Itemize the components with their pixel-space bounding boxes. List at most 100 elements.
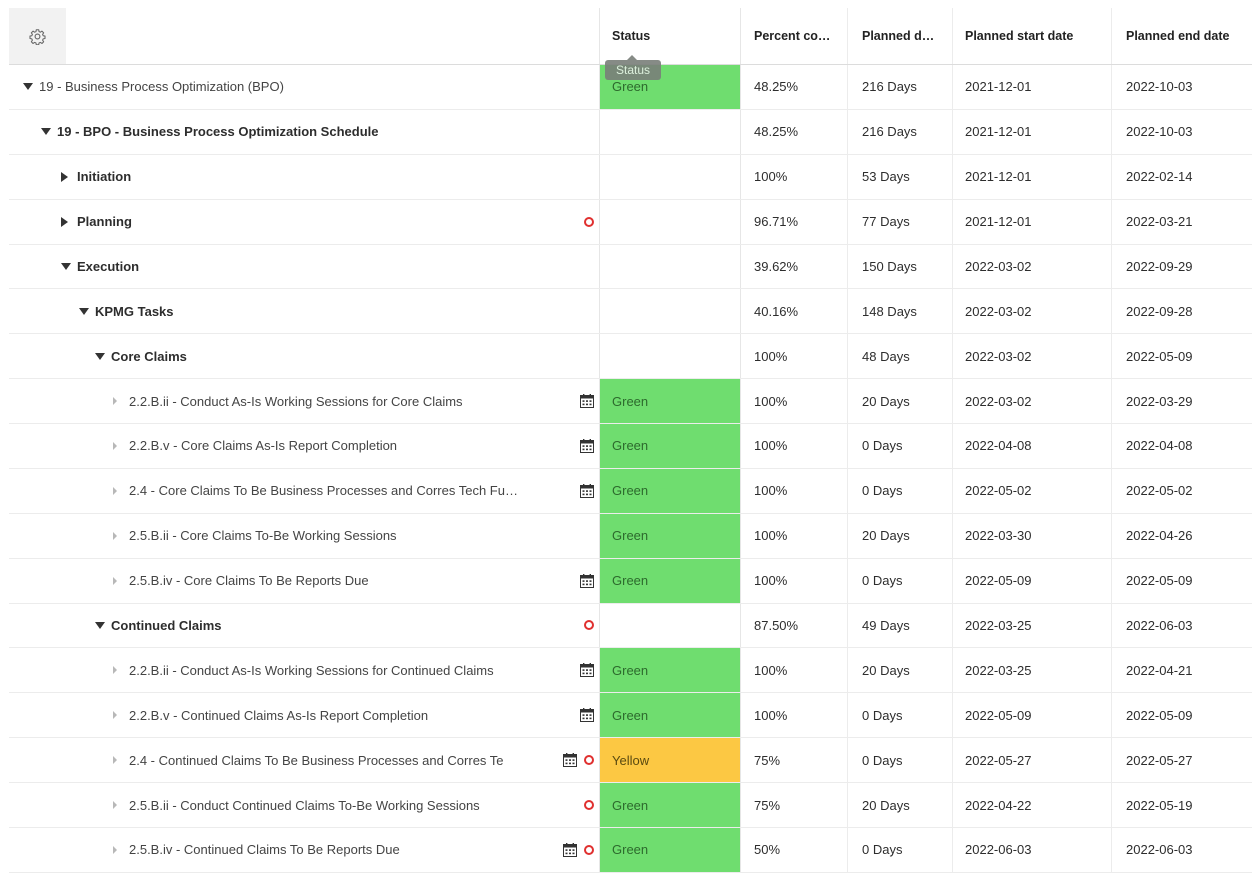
planned-end-date-column-header[interactable]: Planned end date bbox=[1112, 8, 1242, 64]
planned-end-date-cell[interactable]: 2022-04-21 bbox=[1112, 648, 1242, 692]
task-name-cell[interactable]: KPMG Tasks bbox=[9, 289, 599, 333]
percent-complete-cell[interactable]: 100% bbox=[741, 154, 848, 199]
planned-duration-cell[interactable]: 20 Days bbox=[848, 648, 953, 693]
collapse-caret-icon[interactable] bbox=[95, 621, 105, 629]
percent-complete-cell[interactable]: 96.71% bbox=[741, 199, 848, 244]
calendar-icon[interactable] bbox=[563, 842, 577, 857]
percent-complete-cell[interactable]: 100% bbox=[741, 468, 848, 513]
planned-end-date-cell[interactable]: 2022-06-03 bbox=[1112, 604, 1242, 648]
planned-start-date-cell[interactable]: 2021-12-01 bbox=[953, 65, 1112, 109]
collapse-caret-icon[interactable] bbox=[61, 262, 71, 270]
percent-complete-cell[interactable]: 40.16% bbox=[741, 289, 848, 334]
planned-end-date-cell[interactable]: 2022-05-09 bbox=[1112, 559, 1242, 603]
planned-end-date-cell[interactable]: 2022-09-28 bbox=[1112, 289, 1242, 333]
planned-end-date-cell[interactable]: 2022-04-26 bbox=[1112, 514, 1242, 558]
collapse-caret-icon[interactable] bbox=[95, 352, 105, 360]
table-row[interactable]: Initiation 100% 53 Days 2021-12-01 2022-02-1… bbox=[9, 154, 1252, 200]
planned-end-date-cell[interactable]: 2022-05-09 bbox=[1112, 693, 1242, 737]
calendar-icon[interactable] bbox=[580, 663, 594, 678]
status-cell[interactable]: Green bbox=[599, 827, 741, 872]
planned-end-date-cell[interactable]: 2022-05-02 bbox=[1112, 469, 1242, 513]
collapse-caret-icon[interactable] bbox=[41, 128, 51, 136]
planned-start-date-cell[interactable]: 2022-05-27 bbox=[953, 738, 1112, 783]
table-row[interactable]: Core Claims 100% 48 Days 2022-03-02 2022-05-… bbox=[9, 334, 1252, 380]
percent-complete-cell[interactable]: 100% bbox=[741, 334, 848, 379]
task-name-cell[interactable]: Continued Claims bbox=[9, 604, 599, 648]
status-cell[interactable] bbox=[599, 199, 741, 244]
task-name-cell[interactable]: Execution bbox=[9, 245, 599, 289]
status-cell[interactable]: Green bbox=[599, 468, 741, 513]
status-cell[interactable]: Green bbox=[599, 648, 741, 693]
planned-start-date-cell[interactable]: 2022-04-22 bbox=[953, 783, 1112, 827]
table-row[interactable]: 2.2.B.ii - Conduct As-Is Working Session… bbox=[9, 379, 1252, 425]
planned-duration-cell[interactable]: 216 Days bbox=[848, 109, 953, 154]
table-row[interactable]: 2.2.B.v - Continued Claims As-Is Report … bbox=[9, 693, 1252, 739]
planned-start-date-cell[interactable]: 2022-03-25 bbox=[953, 603, 1112, 648]
status-cell[interactable] bbox=[599, 603, 741, 648]
planned-duration-cell[interactable]: 0 Days bbox=[848, 468, 953, 513]
expand-caret-icon[interactable] bbox=[113, 576, 117, 585]
task-name-cell[interactable]: Planning bbox=[9, 200, 599, 244]
table-row[interactable]: Execution 39.62% 150 Days 2022-03-02 2022-09… bbox=[9, 244, 1252, 290]
table-row[interactable]: 19 - BPO - Business Process Optimization… bbox=[9, 109, 1252, 155]
status-cell[interactable]: Green bbox=[599, 379, 741, 424]
collapse-caret-icon[interactable] bbox=[23, 83, 33, 91]
planned-start-date-cell[interactable]: 2022-05-09 bbox=[953, 693, 1112, 738]
expand-caret-icon[interactable] bbox=[113, 711, 117, 720]
planned-duration-cell[interactable]: 20 Days bbox=[848, 513, 953, 558]
table-row[interactable]: 2.4 - Continued Claims To Be Business Pr… bbox=[9, 738, 1252, 784]
planned-duration-cell[interactable]: 77 Days bbox=[848, 199, 953, 244]
planned-start-date-cell[interactable]: 2021-12-01 bbox=[953, 199, 1112, 244]
status-cell[interactable]: Green bbox=[599, 783, 741, 827]
task-name-cell[interactable]: Initiation bbox=[9, 155, 599, 199]
status-column-header[interactable]: Status bbox=[599, 8, 741, 64]
expand-caret-icon[interactable] bbox=[113, 441, 117, 450]
calendar-icon[interactable] bbox=[580, 438, 594, 453]
planned-duration-cell[interactable]: 148 Days bbox=[848, 289, 953, 334]
expand-caret-icon[interactable] bbox=[113, 397, 117, 406]
planned-end-date-cell[interactable]: 2022-05-19 bbox=[1112, 783, 1242, 827]
percent-complete-cell[interactable]: 100% bbox=[741, 693, 848, 738]
percent-complete-cell[interactable]: 100% bbox=[741, 513, 848, 558]
table-row[interactable]: 2.2.B.v - Core Claims As-Is Report Compl… bbox=[9, 424, 1252, 469]
percent-complete-cell[interactable]: 39.62% bbox=[741, 244, 848, 289]
status-cell[interactable]: Green bbox=[599, 424, 741, 468]
status-cell[interactable]: Green bbox=[599, 693, 741, 738]
task-name-cell[interactable]: 2.2.B.v - Core Claims As-Is Report Compl… bbox=[9, 424, 599, 468]
planned-end-date-cell[interactable]: 2022-05-09 bbox=[1112, 334, 1242, 378]
calendar-icon[interactable] bbox=[580, 708, 594, 723]
planned-end-date-cell[interactable]: 2022-10-03 bbox=[1112, 110, 1242, 154]
percent-complete-cell[interactable]: 100% bbox=[741, 648, 848, 693]
planned-start-date-cell[interactable]: 2021-12-01 bbox=[953, 154, 1112, 199]
calendar-icon[interactable] bbox=[580, 483, 594, 498]
table-row[interactable]: 2.5.B.iv - Core Claims To Be Reports Due… bbox=[9, 558, 1252, 604]
percent-complete-cell[interactable]: 100% bbox=[741, 379, 848, 424]
planned-duration-cell[interactable]: 48 Days bbox=[848, 334, 953, 379]
percent-complete-cell[interactable]: 48.25% bbox=[741, 65, 848, 109]
planned-duration-cell[interactable]: 150 Days bbox=[848, 244, 953, 289]
table-row[interactable]: Continued Claims 87.50% 49 Days 2022-03-25 2… bbox=[9, 603, 1252, 649]
planned-duration-cell[interactable]: 0 Days bbox=[848, 558, 953, 603]
percent-complete-cell[interactable]: 87.50% bbox=[741, 603, 848, 648]
percent-complete-cell[interactable]: 75% bbox=[741, 738, 848, 783]
planned-start-date-cell[interactable]: 2022-03-02 bbox=[953, 334, 1112, 379]
percent-complete-column-header[interactable]: Percent co… bbox=[741, 8, 848, 64]
table-row[interactable]: 2.5.B.ii - Core Claims To-Be Working Ses… bbox=[9, 513, 1252, 559]
percent-complete-cell[interactable]: 75% bbox=[741, 783, 848, 827]
task-name-cell[interactable]: 2.5.B.ii - Core Claims To-Be Working Ses… bbox=[9, 514, 599, 558]
planned-end-date-cell[interactable]: 2022-05-27 bbox=[1112, 738, 1242, 782]
planned-end-date-cell[interactable]: 2022-03-29 bbox=[1112, 379, 1242, 423]
collapse-caret-icon[interactable] bbox=[79, 307, 89, 315]
expand-caret-icon[interactable] bbox=[113, 486, 117, 495]
expand-caret-icon[interactable] bbox=[61, 216, 68, 227]
planned-duration-cell[interactable]: 20 Days bbox=[848, 783, 953, 827]
planned-start-date-cell[interactable]: 2022-03-02 bbox=[953, 379, 1112, 424]
settings-button[interactable] bbox=[9, 8, 66, 64]
task-name-cell[interactable]: 2.4 - Continued Claims To Be Business Pr… bbox=[9, 738, 599, 782]
planned-start-date-cell[interactable]: 2022-04-08 bbox=[953, 424, 1112, 468]
planned-end-date-cell[interactable]: 2022-03-21 bbox=[1112, 200, 1242, 244]
task-name-cell[interactable]: 2.5.B.iv - Core Claims To Be Reports Due bbox=[9, 559, 599, 603]
planned-end-date-cell[interactable]: 2022-04-08 bbox=[1112, 424, 1242, 468]
planned-duration-cell[interactable]: 49 Days bbox=[848, 603, 953, 648]
task-name-cell[interactable]: 19 - Business Process Optimization (BPO) bbox=[9, 65, 599, 109]
